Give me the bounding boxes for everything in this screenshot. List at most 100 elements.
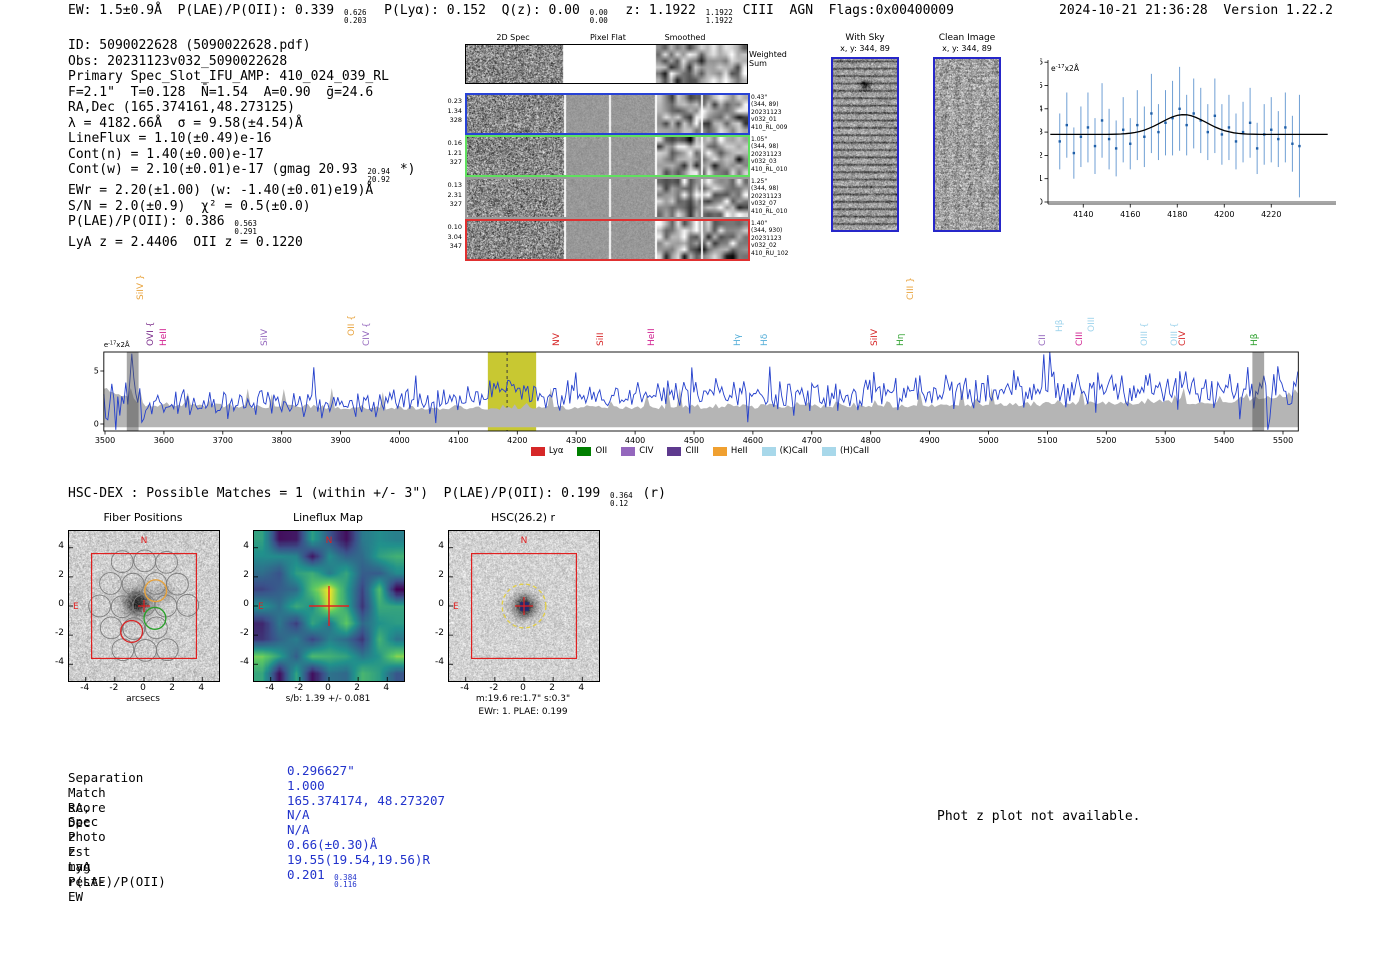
panel-overlay: NE (449, 531, 599, 681)
info-line: EWr = 2.20(±1.00) (w: -1.40(±0.01)e19)Å (68, 183, 415, 199)
data-point (1059, 140, 1061, 142)
match-value: 165.374174, 48.273207 (287, 793, 445, 808)
info-line: P(LAE)/P(OII): 0.386 0.5630.291 (68, 214, 415, 235)
t: x2Å (116, 340, 130, 349)
row-weight-label: 328 (436, 116, 462, 126)
panel-title: Fiber Positions (68, 511, 218, 524)
row-left-labels: 0.103.04347 (436, 223, 462, 252)
match-value: 0.296627" (287, 763, 355, 778)
panel-xlabel: s/b: 1.39 +/- 0.081 (243, 694, 413, 704)
timestamp: 2024-10-21 21:36:28 (1059, 3, 1208, 18)
masked-band (1252, 352, 1264, 431)
xtick-label: 4180 (1167, 210, 1187, 219)
row-weight-label: 2.31 (436, 191, 462, 201)
row-weight-label: 327 (436, 200, 462, 210)
match-label: mag (68, 859, 91, 874)
legend-swatch (531, 447, 545, 456)
summary-header: EW: 1.5±0.9Å P(LAE)/P(OII): 0.339 0.6260… (68, 3, 954, 24)
xtick-label: 2 (541, 683, 563, 693)
xtick-label: -4 (74, 683, 96, 693)
data-point (1066, 124, 1068, 126)
text-seg: LineFlux = 1.10(±0.49)e-16 (68, 131, 272, 146)
xtick-label: 0 (132, 683, 154, 693)
xtick-label: 4 (570, 683, 592, 693)
data-point (1228, 126, 1230, 128)
data-point (1129, 143, 1131, 145)
data-point (1291, 143, 1293, 145)
t: x2Å (1065, 64, 1080, 73)
info-line: Cont(n) = 1.40(±0.00)e-17 (68, 147, 415, 163)
hsc-dex-match-line: HSC-DEX : Possible Matches = 1 (within +… (68, 486, 666, 507)
col-header-2: Smoothed (661, 33, 709, 42)
with-sky-title: With Sky (831, 33, 899, 43)
spectrum-line-label: CIII } (906, 277, 916, 300)
legend-label: (K)CaII (780, 446, 808, 456)
match-value: 0.66(±0.30)Å (287, 837, 377, 852)
fiber-circle (111, 596, 133, 618)
spectrum-line-label: HeII (647, 328, 657, 346)
fiber-circle (100, 573, 122, 595)
text-seg: EW: 1.5±0.9Å P(LAE)/P(OII): 0.339 (68, 3, 342, 18)
info-line: LineFlux = 1.10(±0.49)e-16 (68, 131, 415, 147)
legend-item: (K)CaII (762, 446, 808, 456)
version: Version 1.22.2 (1223, 3, 1333, 18)
row-meta-label: (344, 89) (751, 101, 803, 108)
spacer (1208, 3, 1224, 18)
clean-image-canvas (935, 59, 999, 230)
spec-row-image (467, 221, 748, 259)
legend-swatch (762, 447, 776, 456)
xtick-label: 5200 (1096, 436, 1116, 445)
info-line: S/N = 2.0(±0.9) χ² = 0.5(±0.0) (68, 199, 415, 215)
row-weight-label: 3.04 (436, 233, 462, 243)
text-seg: Cont(n) = 1.40(±0.00)e-17 (68, 147, 264, 162)
data-point (1235, 140, 1237, 142)
xtick-label: 4600 (743, 436, 763, 445)
legend-item: HeII (713, 446, 748, 456)
north-label: N (521, 536, 528, 546)
data-point (1256, 147, 1258, 149)
data-point (1214, 115, 1216, 117)
weighted-sum-row (465, 44, 748, 84)
row-weight-label: 1.34 (436, 107, 462, 117)
legend-item: (H)CaII (822, 446, 869, 456)
ytick-label: -4 (42, 657, 64, 667)
text-seg: *) (392, 162, 415, 177)
xtick-label: 4800 (861, 436, 881, 445)
spec-row-image (466, 45, 747, 83)
north-label: N (326, 536, 333, 546)
full-spectrum-svg: 3500360037003800390040004100420043004400… (85, 268, 1315, 450)
ytick-label: 0 (42, 599, 64, 609)
data-point (1122, 129, 1124, 131)
spec-row-1 (465, 135, 750, 177)
data-point (1242, 131, 1244, 133)
row-meta-label: v032_01 (751, 116, 803, 123)
fiber-circle (155, 595, 177, 617)
spec-row-image (467, 137, 748, 175)
east-label: E (258, 602, 264, 612)
xtick-label: 5100 (1037, 436, 1057, 445)
north-label: N (141, 536, 148, 546)
data-point (1150, 112, 1152, 114)
with-sky-canvas (833, 59, 897, 230)
spectrum-legend: LyαOIICIVCIIIHeII(K)CaII(H)CaII (85, 446, 1315, 456)
spectrum-line-label: CIV { (362, 322, 372, 346)
weighted-sum-label: Weighted Sum (749, 50, 795, 68)
east-label: E (453, 602, 459, 612)
data-point (1284, 126, 1286, 128)
xtick-label: 3500 (95, 436, 115, 445)
panel-overlay: NE (69, 531, 219, 681)
ytick-label: 4 (1040, 104, 1043, 113)
spectrum-line-label: SiIV (870, 329, 880, 346)
text-seg: EWr = 2.20(±1.00) (w: -1.40(±0.01)e19)Å (68, 183, 373, 198)
ytick-label: -2 (42, 628, 64, 638)
row-meta-label: 20231123 (751, 151, 803, 158)
legend-label: CIII (685, 446, 698, 456)
text-seg: P(LAE)/P(OII): 0.386 (68, 214, 232, 229)
row-weight-label: 0.10 (436, 223, 462, 233)
clean-image-panel (933, 57, 1001, 232)
legend-label: HeII (731, 446, 748, 456)
gaussian-fit (1050, 115, 1327, 135)
data-point (1277, 138, 1279, 140)
uncertainty-stack: 0.6260.203 (342, 9, 369, 24)
row-meta-label: (344, 930) (751, 227, 803, 234)
